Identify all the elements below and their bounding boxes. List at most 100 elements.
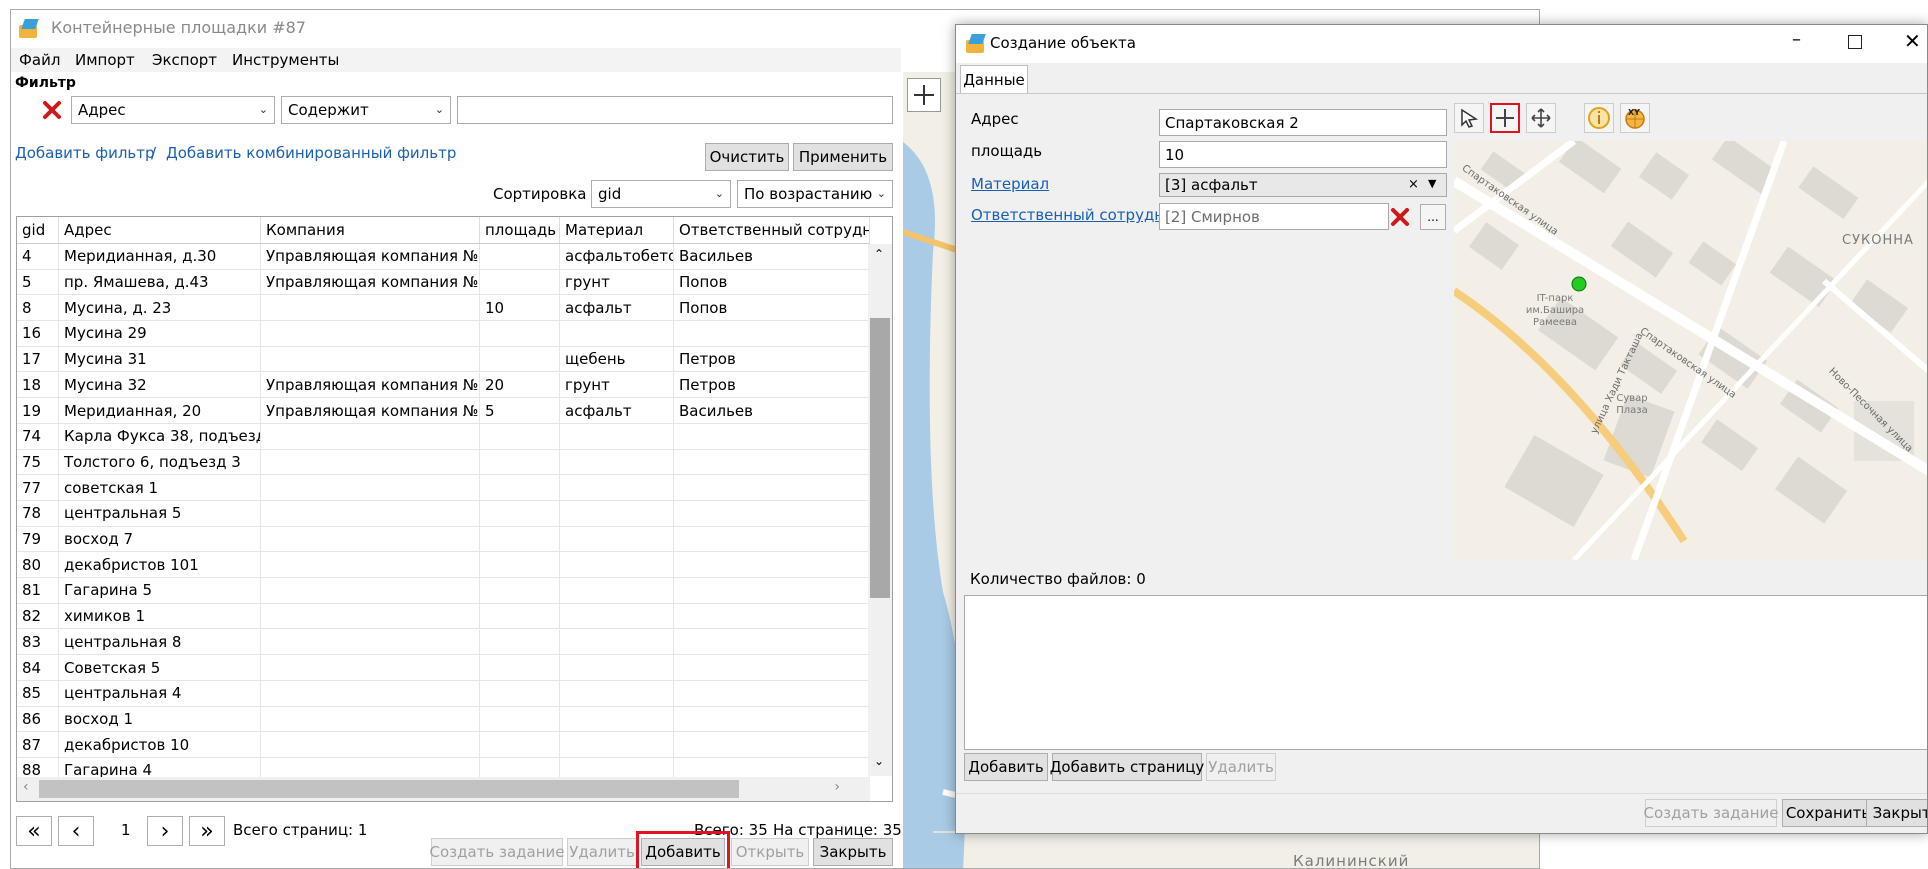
create-task-button[interactable]: Создать задание	[429, 838, 565, 866]
table-row[interactable]: 80 декабристов 101	[17, 552, 870, 579]
apply-button[interactable]: Применить	[793, 143, 893, 171]
table-row[interactable]: 75 Толстого 6, подъезд 3	[17, 449, 870, 476]
cell-address: Толстого 6, подъезд 3	[59, 449, 261, 476]
tab-data[interactable]: Данные	[960, 65, 1028, 94]
menu-tools[interactable]: Инструменты	[232, 51, 339, 69]
chevron-down-icon[interactable]: ⌄	[874, 754, 884, 768]
object-map[interactable]: Спартаковская улица Спартаковская улица …	[1454, 141, 1927, 560]
table-row[interactable]: 4 Меридианная, д.30 Управляющая компания №…	[17, 244, 870, 270]
files-area[interactable]	[964, 595, 1927, 750]
table-row[interactable]: 74 Карла Фукса 38, подъезд 2	[17, 423, 870, 450]
close-icon[interactable]: ✕	[1904, 29, 1921, 53]
menu-export[interactable]: Экспорт	[152, 51, 217, 69]
column-header-gid[interactable]: gid	[17, 217, 59, 244]
selected-point-marker[interactable]	[1571, 276, 1587, 292]
last-page-button[interactable]: »	[189, 816, 225, 846]
table-row[interactable]: 84 Советская 5	[17, 655, 870, 681]
filter-field-value: Адрес	[78, 101, 126, 119]
pan-tool-button[interactable]	[1526, 103, 1556, 133]
vertical-scroll-thumb[interactable]	[870, 318, 890, 598]
column-header-material[interactable]: Материал	[560, 217, 674, 244]
next-page-button[interactable]: ›	[147, 816, 183, 846]
tab-divider	[956, 93, 1927, 94]
column-header-address[interactable]: Адрес	[59, 217, 261, 244]
add-filter-link[interactable]: Добавить фильтр	[15, 144, 155, 162]
filter-operator-select[interactable]: Содержит ⌄	[281, 96, 451, 124]
map-zoom-in-button[interactable]	[907, 78, 941, 112]
data-grid: gid Адрес Компания площадь Материал Отве…	[16, 216, 893, 802]
maximize-icon[interactable]	[1848, 35, 1862, 49]
table-row[interactable]: 87 декабристов 10	[17, 732, 870, 758]
cell-area	[480, 732, 560, 758]
chevron-left-icon[interactable]: ‹	[23, 779, 29, 795]
open-button[interactable]: Открыть	[731, 838, 809, 866]
save-button[interactable]: Сохранить	[1782, 799, 1874, 827]
chevron-down-icon: ⌄	[434, 103, 444, 116]
menu-file[interactable]: Файл	[19, 51, 60, 69]
address-input[interactable]: Спартаковская 2	[1159, 109, 1447, 136]
add-file-button[interactable]: Добавить	[964, 753, 1048, 781]
table-row[interactable]: 77 советская 1	[17, 475, 870, 501]
table-row[interactable]: 8 Мусина, д. 23 10 асфальт Попов	[17, 295, 870, 322]
prev-page-button[interactable]: ‹	[58, 816, 94, 846]
menu-import[interactable]: Импорт	[75, 51, 135, 69]
material-link[interactable]: Материал	[971, 175, 1049, 193]
clear-employee-icon[interactable]	[1388, 205, 1412, 229]
cell-employee	[674, 680, 870, 707]
cell-address: советская 1	[59, 475, 261, 501]
chevron-up-icon[interactable]: ⌃	[874, 247, 884, 261]
info-tool-button[interactable]	[1584, 103, 1614, 133]
vertical-scrollbar[interactable]: ⌃ ⌄	[868, 244, 892, 776]
area-input[interactable]: 10	[1159, 141, 1447, 168]
employee-input[interactable]: [2] Смирнов	[1159, 203, 1389, 230]
column-header-company[interactable]: Компания	[261, 217, 480, 244]
chevron-down-icon: ⌄	[876, 187, 886, 200]
add-page-button[interactable]: Добавить страницу	[1050, 753, 1204, 781]
cell-employee: Васильев	[674, 398, 870, 424]
table-row[interactable]: 83 центральная 8	[17, 629, 870, 656]
table-row[interactable]: 79 восход 7	[17, 526, 870, 553]
first-page-button[interactable]: «	[16, 816, 52, 846]
table-row[interactable]: 5 пр. Ямашева, д.43 Управляющая компания №…	[17, 269, 870, 296]
chevron-right-icon[interactable]: ›	[834, 779, 840, 795]
cell-area	[480, 321, 560, 347]
horizontal-scroll-thumb[interactable]	[39, 780, 739, 798]
select-tool-button[interactable]	[1454, 103, 1484, 133]
filter-field-select[interactable]: Адрес ⌄	[71, 96, 275, 124]
table-row[interactable]: 19 Меридианная, 20 Управляющая компания №1…	[17, 398, 870, 424]
clear-x-icon[interactable]: ×	[1408, 177, 1419, 192]
table-row[interactable]: 86 восход 1	[17, 706, 870, 733]
cell-gid: 80	[17, 552, 59, 579]
table-row[interactable]: 18 Мусина 32 Управляющая компания №1 20 грун…	[17, 372, 870, 399]
table-row[interactable]: 82 химиков 1	[17, 603, 870, 630]
table-row[interactable]: 16 Мусина 29	[17, 321, 870, 347]
table-row[interactable]: 17 Мусина 31 щебень Петров	[17, 346, 870, 373]
sort-field-select[interactable]: gid ⌄	[591, 180, 731, 208]
material-select[interactable]: [3] асфальт × ▼	[1159, 173, 1447, 197]
column-header-employee[interactable]: Ответственный сотрудни	[674, 217, 870, 244]
column-header-area[interactable]: площадь	[480, 217, 560, 244]
delete-file-button[interactable]: Удалить	[1206, 753, 1276, 781]
dialog-create-task-button[interactable]: Создать задание	[1643, 799, 1779, 827]
filter-value-input[interactable]	[457, 96, 893, 124]
xy-tool-button[interactable]: XY	[1620, 103, 1650, 133]
caret-down-icon[interactable]: ▼	[1428, 177, 1436, 190]
cell-gid: 19	[17, 398, 59, 424]
delete-button[interactable]: Удалить	[567, 838, 637, 866]
remove-filter-icon[interactable]	[41, 99, 63, 121]
table-row[interactable]: 85 центральная 4	[17, 680, 870, 707]
cell-address: Карла Фукса 38, подъезд 2	[59, 423, 261, 450]
clear-button[interactable]: Очистить	[705, 143, 789, 171]
horizontal-scrollbar[interactable]: ‹ ›	[17, 777, 870, 801]
browse-employee-button[interactable]: ...	[1420, 204, 1446, 230]
dialog-close-button[interactable]: Закрыть	[1866, 799, 1927, 827]
employee-link[interactable]: Ответственный сотрудник	[971, 206, 1183, 224]
cell-company	[261, 578, 480, 604]
table-row[interactable]: 81 Гагарина 5	[17, 578, 870, 604]
sort-order-select[interactable]: По возрастанию ⌄	[737, 180, 893, 208]
add-point-tool-button[interactable]	[1490, 103, 1520, 133]
add-combined-filter-link[interactable]: Добавить комбинированный фильтр	[166, 144, 456, 162]
table-row[interactable]: 78 центральная 5	[17, 501, 870, 527]
close-button[interactable]: Закрыть	[813, 838, 893, 866]
minimize-icon[interactable]: –	[1792, 29, 1801, 50]
